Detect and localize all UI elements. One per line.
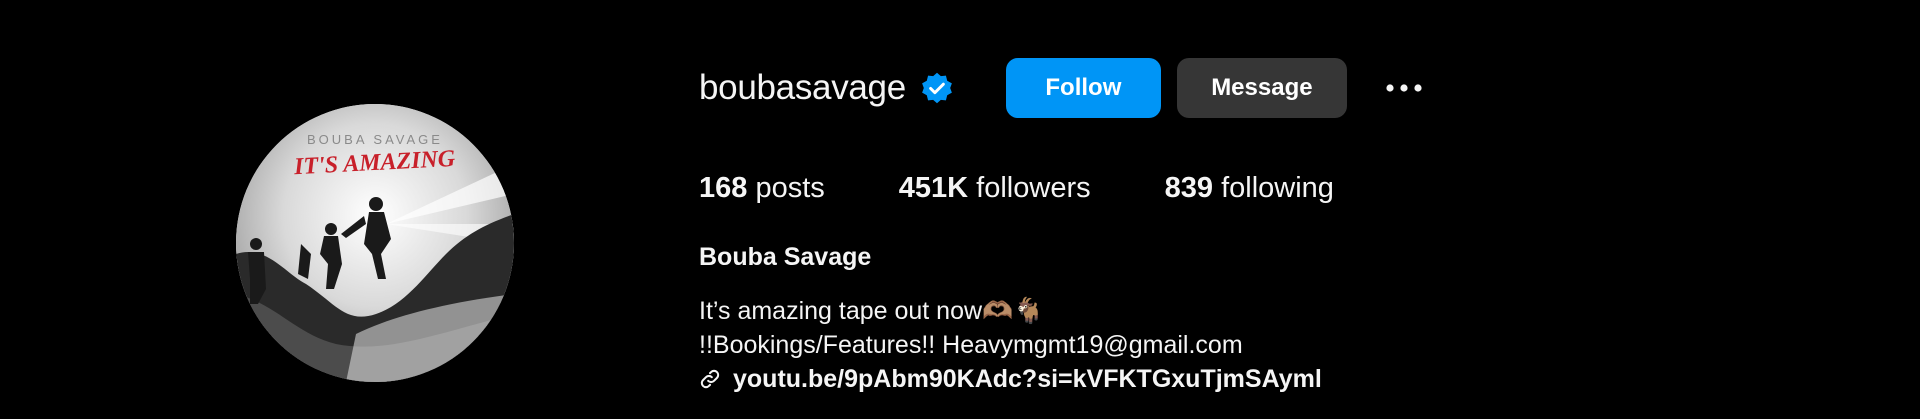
- message-button[interactable]: Message: [1176, 58, 1347, 118]
- followers-label: followers: [976, 171, 1091, 204]
- following-label: following: [1221, 171, 1334, 204]
- profile-header: BOUBA SAVAGE IT'S AMAZING boubasavage Fo…: [0, 0, 1920, 419]
- more-options-button[interactable]: [1377, 58, 1431, 118]
- full-name: Bouba Savage: [699, 243, 872, 271]
- bio-link-text[interactable]: youtu.be/9pAbm90KAdc?si=kVFKTGxuTjmSAyml: [733, 365, 1322, 394]
- link-icon: [699, 368, 721, 390]
- profile-stats: 168 posts 451K followers 839 following: [699, 166, 1334, 210]
- more-horizontal-icon: [1386, 84, 1422, 92]
- posts-label: posts: [755, 171, 825, 204]
- verified-badge-icon: [920, 71, 954, 105]
- followers-stat[interactable]: 451K followers: [899, 172, 1091, 205]
- bio-line: !!Bookings/Features!! Heavymgmt19@gmail.…: [699, 331, 1243, 359]
- bio-link[interactable]: youtu.be/9pAbm90KAdc?si=kVFKTGxuTjmSAyml: [699, 362, 1322, 396]
- bio-line: It’s amazing tape out now🫶🏽🐐: [699, 297, 1045, 325]
- profile-header-row: boubasavage Follow Message: [699, 58, 1431, 118]
- following-count: 839: [1164, 171, 1213, 204]
- posts-stat: 168 posts: [699, 172, 825, 205]
- following-stat[interactable]: 839 following: [1165, 172, 1334, 205]
- username: boubasavage: [699, 68, 906, 107]
- profile-avatar[interactable]: BOUBA SAVAGE IT'S AMAZING: [236, 104, 514, 382]
- follow-button[interactable]: Follow: [1005, 58, 1161, 118]
- followers-count: 451K: [898, 171, 969, 204]
- cover-artist-text: BOUBA SAVAGE: [307, 132, 443, 147]
- album-cover-image: BOUBA SAVAGE IT'S AMAZING: [236, 104, 514, 382]
- posts-count: 168: [699, 171, 748, 204]
